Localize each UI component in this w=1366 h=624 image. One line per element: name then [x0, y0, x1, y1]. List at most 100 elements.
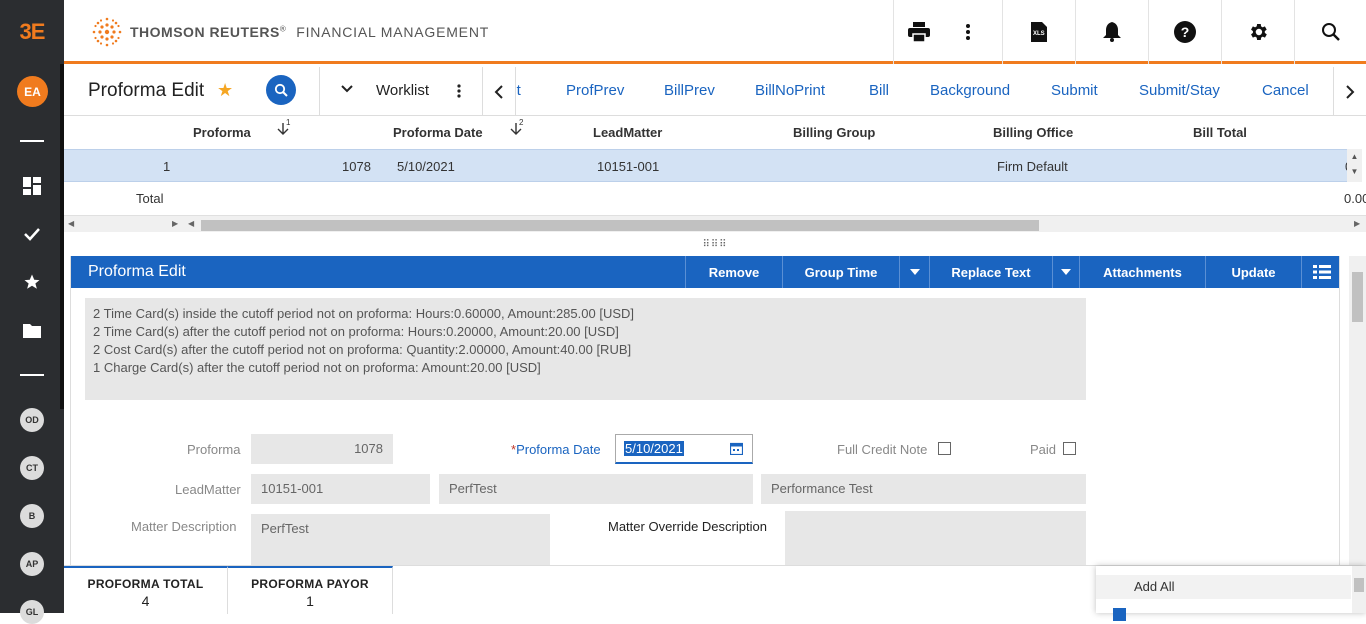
grid-header: Proforma 1 Proforma Date 2 LeadMatter Bi…	[64, 116, 1366, 149]
shortcut-b[interactable]: B	[20, 504, 44, 528]
column-header-proforma-date[interactable]: Proforma Date	[393, 125, 483, 140]
notifications-button[interactable]	[1075, 0, 1148, 64]
action-edit-partial[interactable]: lit	[516, 82, 521, 99]
table-row[interactable]: 1 1078 5/10/2021 10151-001 Firm Default …	[64, 149, 1354, 182]
shortcut-gl[interactable]: GL	[20, 600, 44, 624]
global-search-button[interactable]	[1294, 0, 1366, 64]
column-header-billing-office[interactable]: Billing Office	[993, 125, 1073, 140]
export-xls-button[interactable]: XLS	[1002, 0, 1075, 64]
panel-menu-button[interactable]	[1301, 256, 1339, 288]
tab-checkbox[interactable]	[1113, 608, 1126, 621]
calendar-icon[interactable]	[730, 442, 743, 455]
column-header-billing-group[interactable]: Billing Group	[793, 125, 875, 140]
action-submit[interactable]: Submit	[1051, 82, 1098, 99]
matter-override-description-field[interactable]	[785, 511, 1086, 566]
worklist-label[interactable]: Worklist	[376, 82, 429, 99]
worklist-expand-chevron-icon[interactable]	[340, 82, 354, 101]
tab-proforma-total[interactable]: PROFORMA TOTAL 4	[64, 566, 228, 614]
panel-vertical-scrollbar[interactable]	[1349, 256, 1366, 566]
tab-proforma-payor[interactable]: PROFORMA PAYOR 1	[228, 566, 393, 614]
user-avatar[interactable]: EA	[17, 76, 48, 107]
page-toolbar: Proforma Edit ★ Worklist lit ProfPrev Bi…	[64, 67, 1366, 116]
row-billing-office: Firm Default	[997, 159, 1068, 174]
scroll-actions-left-button[interactable]	[482, 67, 516, 116]
proforma-date-value: 5/10/2021	[624, 441, 684, 456]
matter-override-description-label: Matter Override Description	[608, 519, 767, 534]
favorite-star-icon[interactable]: ★	[217, 80, 233, 101]
page-title: Proforma Edit	[88, 80, 205, 101]
app-logo[interactable]: 3E	[0, 0, 64, 64]
note-line: 2 Cost Card(s) after the cutoff period n…	[93, 342, 632, 357]
worklist-menu-dots-icon[interactable]	[457, 83, 461, 104]
dashboard-icon[interactable]	[22, 176, 42, 196]
help-icon: ?	[1174, 21, 1196, 43]
search-button[interactable]	[266, 75, 296, 105]
action-billprev[interactable]: BillPrev	[664, 82, 715, 99]
more-menu-button[interactable]	[943, 0, 993, 64]
proforma-edit-panel: Proforma Edit Remove Group Time Replace …	[70, 256, 1340, 566]
search-icon	[274, 83, 288, 97]
total-label: Total	[136, 191, 164, 206]
proforma-label: Proforma	[187, 442, 241, 457]
shortcut-ap[interactable]: AP	[20, 552, 44, 576]
scrollbar-thumb[interactable]	[1352, 272, 1363, 322]
remove-button[interactable]: Remove	[685, 256, 782, 288]
action-submit-stay[interactable]: Submit/Stay	[1139, 82, 1220, 99]
cutoff-notes: 2 Time Card(s) inside the cutoff period …	[85, 298, 1086, 400]
favorites-star-icon[interactable]	[22, 272, 42, 292]
scroll-actions-right-button[interactable]	[1333, 67, 1366, 116]
column-header-proforma[interactable]: Proforma	[193, 125, 251, 140]
full-credit-note-checkbox[interactable]	[938, 442, 951, 455]
total-value: 0.00	[1344, 191, 1366, 206]
add-all-menu-item[interactable]: Add All	[1096, 575, 1351, 599]
group-time-dropdown[interactable]	[899, 256, 929, 288]
shortcut-od[interactable]: OD	[20, 408, 44, 432]
splitter-grip-icon[interactable]: ⠿⠿⠿	[64, 234, 1366, 254]
thomson-reuters-logo-icon	[92, 17, 122, 47]
action-bar: lit ProfPrev BillPrev BillNoPrint Bill B…	[516, 67, 1333, 116]
shortcut-ct[interactable]: CT	[20, 456, 44, 480]
grid-vertical-scrollbar[interactable]: ▲ ▼	[1347, 149, 1362, 182]
group-time-button[interactable]: Group Time	[782, 256, 899, 288]
row-proforma-date: 5/10/2021	[397, 159, 455, 174]
leadmatter-description-field: Performance Test	[761, 474, 1086, 504]
tab-count: 1	[306, 593, 314, 609]
full-credit-note-label: Full Credit Note	[837, 442, 928, 457]
proforma-date-input[interactable]: 5/10/2021	[615, 434, 753, 464]
action-profprev[interactable]: ProfPrev	[566, 82, 624, 99]
action-background[interactable]: Background	[930, 82, 1010, 99]
popup-scrollbar[interactable]	[1352, 566, 1366, 613]
leadmatter-field: 10151-001	[251, 474, 430, 504]
checkmark-icon[interactable]	[22, 224, 42, 244]
action-cancel[interactable]: Cancel	[1262, 82, 1309, 99]
folder-icon[interactable]	[22, 320, 42, 340]
left-rail: 3E EA OD CT B AP GL	[0, 0, 64, 624]
gear-icon	[1251, 24, 1267, 40]
matter-description-field: PerfTest	[251, 514, 550, 566]
tab-label: PROFORMA TOTAL	[87, 577, 204, 591]
action-billnoprint[interactable]: BillNoPrint	[755, 82, 825, 99]
print-button[interactable]	[893, 0, 943, 64]
attachments-button[interactable]: Attachments	[1079, 256, 1205, 288]
replace-text-dropdown[interactable]	[1052, 256, 1079, 288]
grid-horizontal-scrollbar[interactable]: ◀ ▶ ◀ ▶	[64, 215, 1366, 232]
caret-down-icon	[909, 269, 920, 275]
proforma-field: 1078	[251, 434, 393, 464]
replace-text-button[interactable]: Replace Text	[929, 256, 1052, 288]
column-header-leadmatter[interactable]: LeadMatter	[593, 125, 662, 140]
sort-order-1: 1	[286, 118, 291, 127]
grid-total-row: Total 0.00	[64, 182, 1366, 215]
brand-subtitle: FINANCIAL MANAGEMENT	[296, 24, 490, 40]
top-header: THOMSON REUTERS® FINANCIAL MANAGEMENT XL…	[64, 0, 1366, 64]
panel-title: Proforma Edit	[88, 263, 186, 280]
help-button[interactable]: ?	[1148, 0, 1221, 64]
paid-checkbox[interactable]	[1063, 442, 1076, 455]
update-button[interactable]: Update	[1205, 256, 1301, 288]
action-bill[interactable]: Bill	[869, 82, 889, 99]
settings-button[interactable]	[1221, 0, 1294, 64]
scrollbar-thumb[interactable]	[201, 220, 1039, 231]
tab-count: 4	[141, 593, 150, 609]
row-index: 1	[163, 159, 171, 174]
column-header-bill-total[interactable]: Bill Total	[1193, 125, 1247, 140]
proforma-date-label: *Proforma Date	[511, 442, 601, 457]
